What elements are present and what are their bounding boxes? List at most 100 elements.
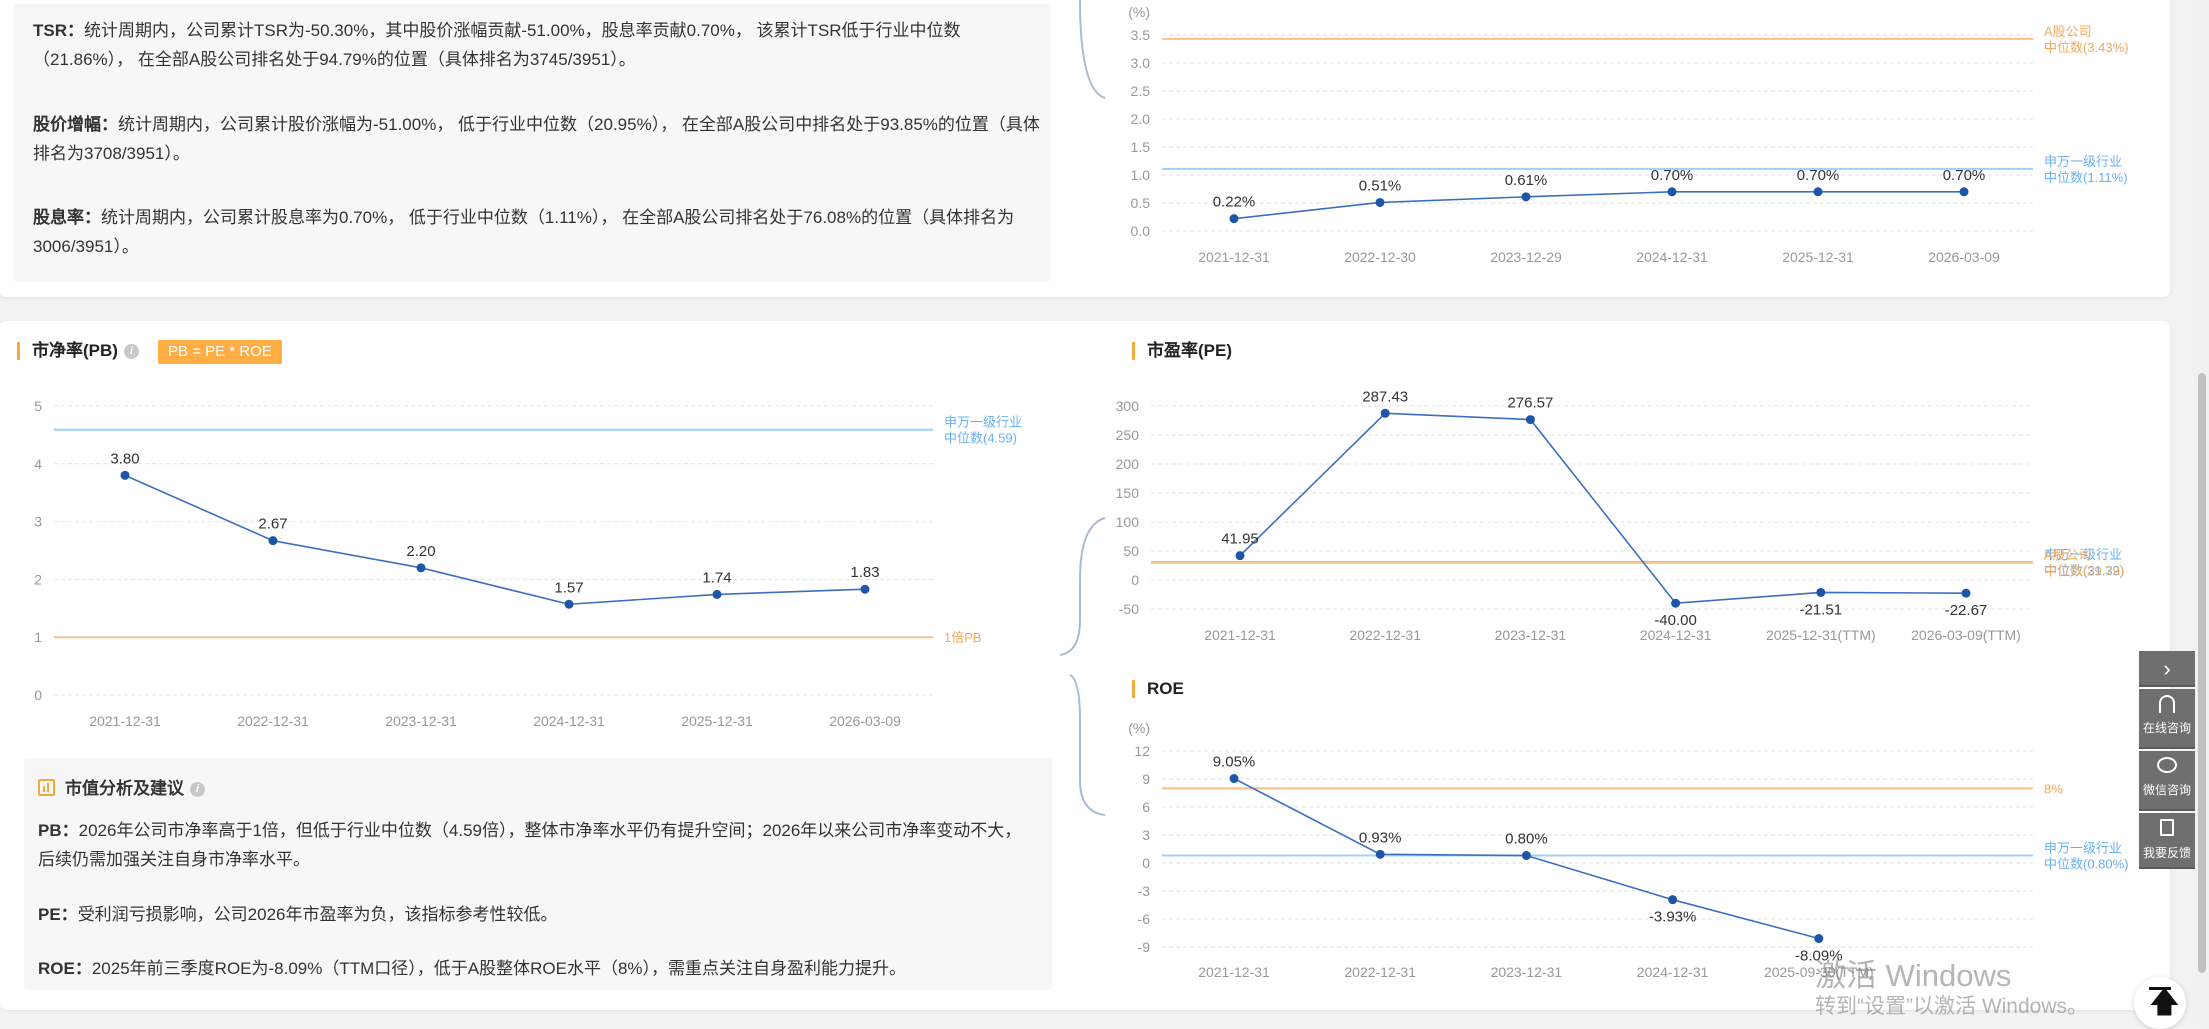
pb-x-tick: 2023-12-31 [385,713,457,729]
pb-y-tick: 5 [34,398,42,414]
dividend-data-point [1813,187,1823,197]
roe-x-tick: 2022-12-31 [1344,964,1416,980]
roe-x-tick: 2021-12-31 [1198,964,1270,980]
pe-y-tick: -50 [1119,601,1139,617]
feedback-label: 我要反馈 [2142,846,2191,860]
dividend-x-tick: 2023-12-29 [1490,249,1562,265]
online-consult-label: 在线咨询 [2142,721,2191,735]
pe-y-tick: 200 [1116,456,1140,472]
pb-data-label: 1.57 [554,579,583,596]
pb-data-label: 3.80 [110,450,139,467]
pb-y-tick: 0 [34,687,42,703]
pb-x-tick: 2024-12-31 [533,713,605,729]
roe-data-point [1668,895,1678,905]
pe-y-tick: 150 [1116,485,1140,501]
roe-data-point [1521,851,1531,861]
wechat-icon [2157,757,2177,773]
pb-data-point [120,470,130,480]
pb-data-point [712,589,722,599]
roe-data-point [1229,774,1239,784]
dividend-x-tick: 2026-03-09 [1928,249,2000,265]
bracket-connector [1079,0,1106,99]
dividend-data-point [1959,187,1969,197]
pb-series-line [124,474,866,606]
roe-x-tick: 2023-12-31 [1491,964,1563,980]
pb-x-tick: 2021-12-31 [89,713,161,729]
dividend-x-tick: 2025-12-31 [1782,249,1854,265]
dividend-y-tick: 2.0 [1131,111,1151,127]
roe-x-tick: 2024-12-31 [1637,964,1709,980]
dividend-data-point [1375,197,1385,207]
pb-reference-label: 中位数(4.59) [944,431,1017,446]
pe-x-tick: 2026-03-09(TTM) [1911,627,2021,643]
pb-reference-label: 申万一级行业 [944,415,1022,430]
dividend-y-unit: (%) [1128,4,1150,20]
dividend-data-point [1667,187,1677,197]
pe-data-label: -22.67 [1945,602,1988,619]
pb-data-label: 1.83 [850,564,879,581]
wechat-consult-label: 微信咨询 [2142,783,2191,797]
scrollbar-track[interactable] [2195,0,2209,1028]
chevron-right-icon: › [2163,656,2171,681]
roe-y-tick: 3 [1142,827,1150,843]
dividend-y-tick: 3.5 [1131,27,1151,43]
dividend-data-point [1521,192,1531,202]
roe-data-point [1375,849,1385,859]
dividend-data-label: 0.22% [1213,194,1256,211]
dividend-reference-label: 中位数(1.11%) [2044,170,2128,185]
scrollbar-thumb[interactable] [2198,373,2206,973]
headset-icon [2159,695,2175,713]
pb-reference-label: 1倍PB [944,630,982,645]
pb-y-tick: 1 [34,629,42,645]
pe-data-label: 41.95 [1221,531,1259,548]
pe-y-tick: 100 [1116,514,1140,530]
back-to-top-button[interactable]: 🡅 [2134,977,2186,1029]
pe-y-tick: 50 [1123,543,1139,559]
pb-data-label: 2.20 [406,543,435,560]
pe-data-label: 276.57 [1507,395,1553,412]
pb-data-point [268,536,278,546]
dividend-x-tick: 2024-12-31 [1636,249,1708,265]
roe-y-tick: -6 [1138,911,1151,927]
feedback-icon [2160,819,2174,836]
pe-x-tick: 2023-12-31 [1495,627,1567,643]
pe-series-line [1239,412,1967,605]
dividend-y-tick: 1.5 [1131,139,1151,155]
roe-data-point [1814,934,1824,944]
pe-data-point [1671,598,1681,608]
dividend-data-label: 0.70% [1943,167,1986,184]
dividend-data-label: 0.51% [1359,177,1402,194]
pe-x-tick: 2025-12-31(TTM) [1766,627,1876,643]
side-collapse-button[interactable]: › [2139,651,2195,687]
dividend-x-tick: 2022-12-30 [1344,249,1416,265]
roe-data-label: -3.93% [1649,909,1697,926]
windows-activation-watermark-title: 激活 Windows [1815,958,2012,993]
roe-reference-label: 中位数(0.80%) [2044,857,2129,872]
pe-data-point [1816,587,1826,597]
pe-data-label: 287.43 [1362,388,1408,405]
roe-data-label: 0.93% [1359,829,1402,846]
pe-data-point [1380,408,1390,418]
bracket-connector [1059,517,1106,656]
pe-data-label: -21.51 [1800,601,1843,618]
roe-y-tick: 12 [1134,743,1150,759]
pe-data-point [1235,551,1245,561]
pe-x-tick: 2024-12-31 [1640,627,1712,643]
roe-y-tick: 9 [1142,771,1150,787]
online-consult-button[interactable]: 在线咨询 [2139,689,2195,749]
roe-y-unit: (%) [1128,720,1150,736]
pe-x-tick: 2021-12-31 [1204,627,1276,643]
pb-x-tick: 2022-12-31 [237,713,309,729]
wechat-consult-button[interactable]: 微信咨询 [2139,751,2195,811]
pe-y-tick: 250 [1116,427,1140,443]
pe-data-point [1525,415,1535,425]
dividend-y-tick: 2.5 [1131,83,1151,99]
dividend-x-tick: 2021-12-31 [1198,249,1270,265]
feedback-button[interactable]: 我要反馈 [2139,813,2195,869]
pb-data-label: 1.74 [702,569,731,586]
pe-y-tick: 0 [1131,572,1139,588]
roe-y-tick: 0 [1142,855,1150,871]
dividend-y-tick: 0.5 [1131,195,1151,211]
pb-x-tick: 2025-12-31 [681,713,753,729]
pe-reference-label: 中位数(29.79) [2044,564,2124,579]
